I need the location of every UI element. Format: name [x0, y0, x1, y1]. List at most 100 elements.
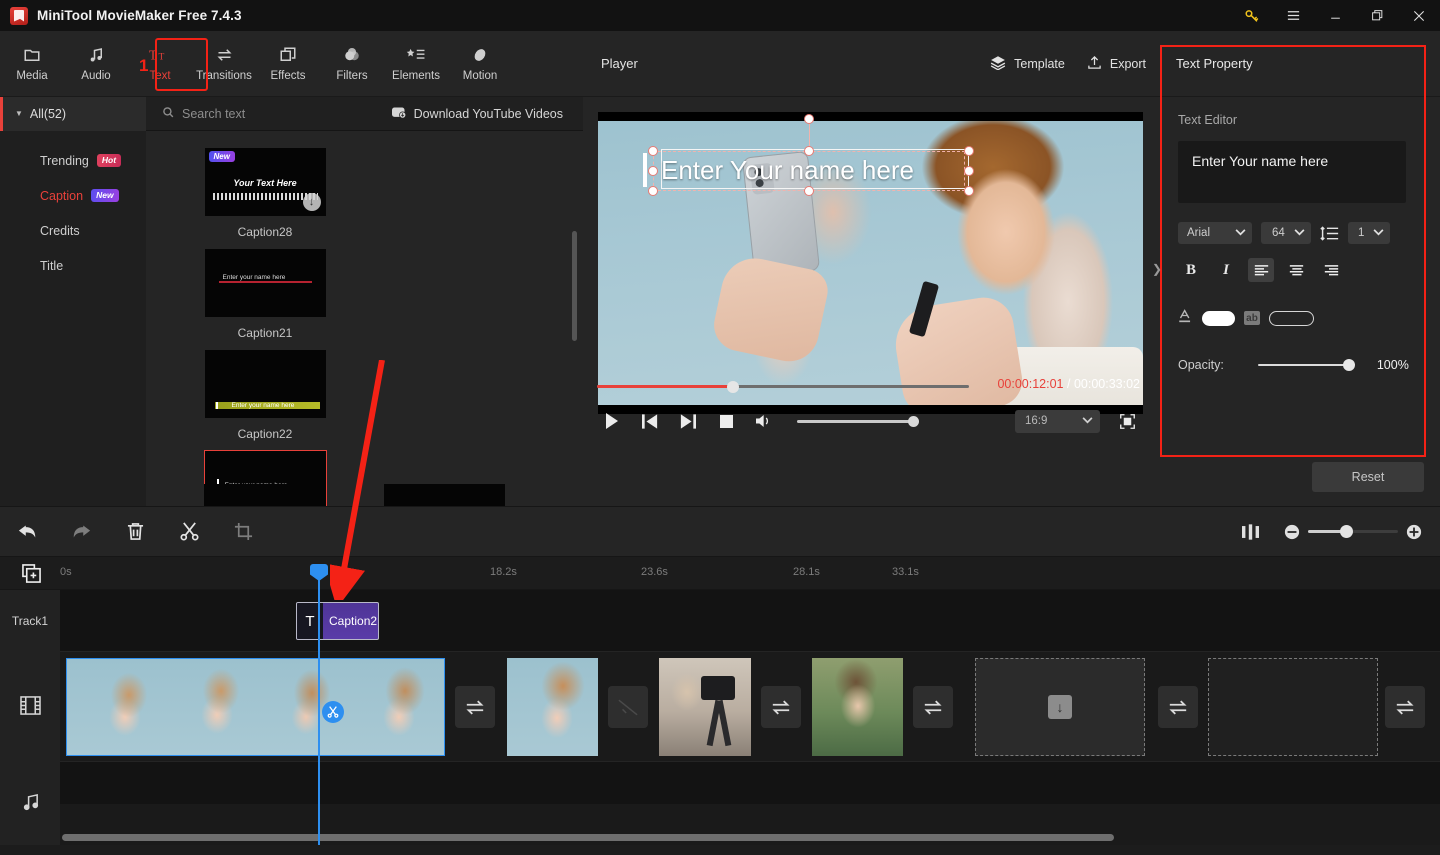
download-youtube-button[interactable]: Download YouTube Videos — [391, 106, 583, 122]
opacity-slider[interactable] — [1257, 358, 1355, 371]
category-caption[interactable]: Caption New — [0, 178, 146, 213]
align-right-button[interactable] — [1318, 258, 1344, 282]
all-category-dropdown[interactable]: ▼ All(52) — [0, 96, 146, 131]
split-marker-icon[interactable] — [322, 701, 344, 723]
previous-frame-button[interactable] — [633, 405, 667, 437]
resize-handle-bc[interactable] — [804, 186, 814, 196]
progress-knob[interactable] — [727, 380, 739, 393]
download-icon[interactable]: ↓ — [302, 193, 321, 211]
restore-icon[interactable] — [1356, 0, 1398, 31]
caption-clip[interactable]: T Caption2 — [296, 602, 379, 640]
play-button[interactable] — [595, 405, 629, 437]
crop-button[interactable] — [216, 506, 270, 557]
transition-icon[interactable] — [455, 686, 495, 728]
rotate-handle[interactable] — [804, 114, 814, 124]
menu-icon[interactable] — [1272, 0, 1314, 31]
template-thumbnail[interactable]: Enter your name here — [204, 350, 326, 418]
key-icon[interactable] — [1230, 0, 1272, 31]
text-editor-input[interactable]: Enter Your name here — [1178, 141, 1406, 203]
video-clip[interactable] — [66, 658, 445, 756]
video-clip[interactable] — [659, 658, 751, 756]
resize-handle-tc[interactable] — [804, 146, 814, 156]
stop-button[interactable] — [709, 405, 743, 437]
timeline-ruler[interactable]: 0s 18.2s 23.6s 28.1s 33.1s — [0, 557, 1440, 590]
tool-motion[interactable]: Motion — [448, 37, 512, 91]
video-clip[interactable] — [812, 658, 903, 756]
timeline-zoom-slider[interactable] — [1308, 524, 1398, 538]
transition-icon[interactable] — [761, 686, 801, 728]
empty-placeholder-clip[interactable] — [1208, 658, 1378, 756]
tool-text[interactable]: TT Text — [128, 37, 192, 91]
opacity-knob[interactable] — [1342, 358, 1355, 371]
resize-handle-br[interactable] — [964, 186, 974, 196]
audio-track-body[interactable] — [60, 762, 1440, 845]
transition-placeholder-icon[interactable] — [608, 686, 648, 728]
tool-effects[interactable]: Effects — [256, 37, 320, 91]
category-credits[interactable]: Credits — [0, 213, 146, 248]
reset-button[interactable]: Reset — [1312, 462, 1424, 492]
outline-color-swatch[interactable] — [1269, 310, 1314, 326]
transition-icon[interactable] — [1158, 686, 1198, 728]
category-trending[interactable]: Trending Hot — [0, 143, 146, 178]
template-thumbnail[interactable] — [384, 484, 505, 506]
progress-bar[interactable] — [597, 380, 969, 393]
align-center-button[interactable] — [1283, 258, 1309, 282]
fullscreen-icon[interactable] — [1110, 405, 1144, 437]
resize-handle-tr[interactable] — [964, 146, 974, 156]
align-left-button[interactable] — [1248, 258, 1274, 282]
fit-timeline-icon[interactable] — [1238, 520, 1262, 544]
template-thumbnail[interactable] — [204, 484, 325, 506]
library-scrollbar[interactable] — [572, 231, 577, 341]
italic-button[interactable]: I — [1213, 258, 1239, 282]
aspect-ratio-select[interactable]: 16:9 — [1015, 409, 1100, 433]
tool-filters[interactable]: Filters — [320, 37, 384, 91]
template-thumbnail[interactable]: Enter your name here — [204, 249, 326, 317]
zoom-in-icon[interactable] — [1402, 520, 1426, 544]
playhead[interactable] — [310, 564, 328, 845]
template-button[interactable]: Template — [990, 55, 1065, 73]
delete-button[interactable] — [108, 506, 162, 557]
transition-icon[interactable] — [913, 686, 953, 728]
add-media-icon[interactable] — [20, 562, 43, 585]
transition-icon[interactable] — [1385, 686, 1425, 728]
next-frame-button[interactable] — [671, 405, 705, 437]
font-size-select[interactable]: 64 — [1261, 222, 1311, 244]
timeline-hscrollbar-thumb[interactable] — [62, 834, 1114, 841]
search-input[interactable]: Search text — [146, 97, 392, 131]
video-clip[interactable] — [507, 658, 598, 756]
bold-button[interactable]: B — [1178, 258, 1204, 282]
close-icon[interactable] — [1398, 0, 1440, 31]
tool-audio[interactable]: Audio — [64, 37, 128, 91]
video-track-body[interactable]: ↓ — [60, 652, 1440, 762]
resize-handle-tl[interactable] — [648, 146, 658, 156]
split-button[interactable] — [162, 506, 216, 557]
resize-handle-mr[interactable] — [964, 166, 974, 176]
timeline-hscrollbar[interactable] — [60, 834, 1380, 841]
zoom-out-icon[interactable] — [1280, 520, 1304, 544]
resize-handle-bl[interactable] — [648, 186, 658, 196]
volume-knob[interactable] — [908, 415, 919, 427]
template-item[interactable]: New Your Text Here ↓ Caption28 — [165, 148, 365, 239]
undo-button[interactable] — [0, 506, 54, 557]
tool-elements[interactable]: Elements — [384, 37, 448, 91]
template-item[interactable]: Enter your name here Caption21 — [165, 249, 365, 340]
zoom-knob[interactable] — [1340, 524, 1353, 538]
tool-transitions[interactable]: Transitions — [192, 37, 256, 91]
template-grid[interactable]: New Your Text Here ↓ Caption28 Enter you… — [146, 131, 583, 506]
line-height-select[interactable]: 1 — [1348, 222, 1390, 244]
text-overlay-selection[interactable]: Enter Your name here — [643, 114, 974, 196]
template-item[interactable]: Enter your name here Caption22 — [165, 350, 365, 441]
resize-handle-ml[interactable] — [648, 166, 658, 176]
minimize-icon[interactable] — [1314, 0, 1356, 31]
export-button[interactable]: Export — [1087, 55, 1146, 73]
download-placeholder-clip[interactable]: ↓ — [975, 658, 1145, 756]
tool-media[interactable]: Media — [0, 37, 64, 91]
redo-button[interactable] — [54, 506, 108, 557]
font-family-select[interactable]: Arial — [1178, 222, 1252, 244]
template-thumbnail[interactable]: New Your Text Here ↓ — [204, 148, 326, 216]
track1-body[interactable]: T Caption2 — [60, 590, 1440, 652]
panel-collapse-icon[interactable]: ❯ — [1152, 262, 1162, 276]
category-title[interactable]: Title — [0, 248, 146, 283]
text-color-swatch[interactable] — [1202, 310, 1235, 326]
volume-button[interactable] — [747, 405, 781, 437]
